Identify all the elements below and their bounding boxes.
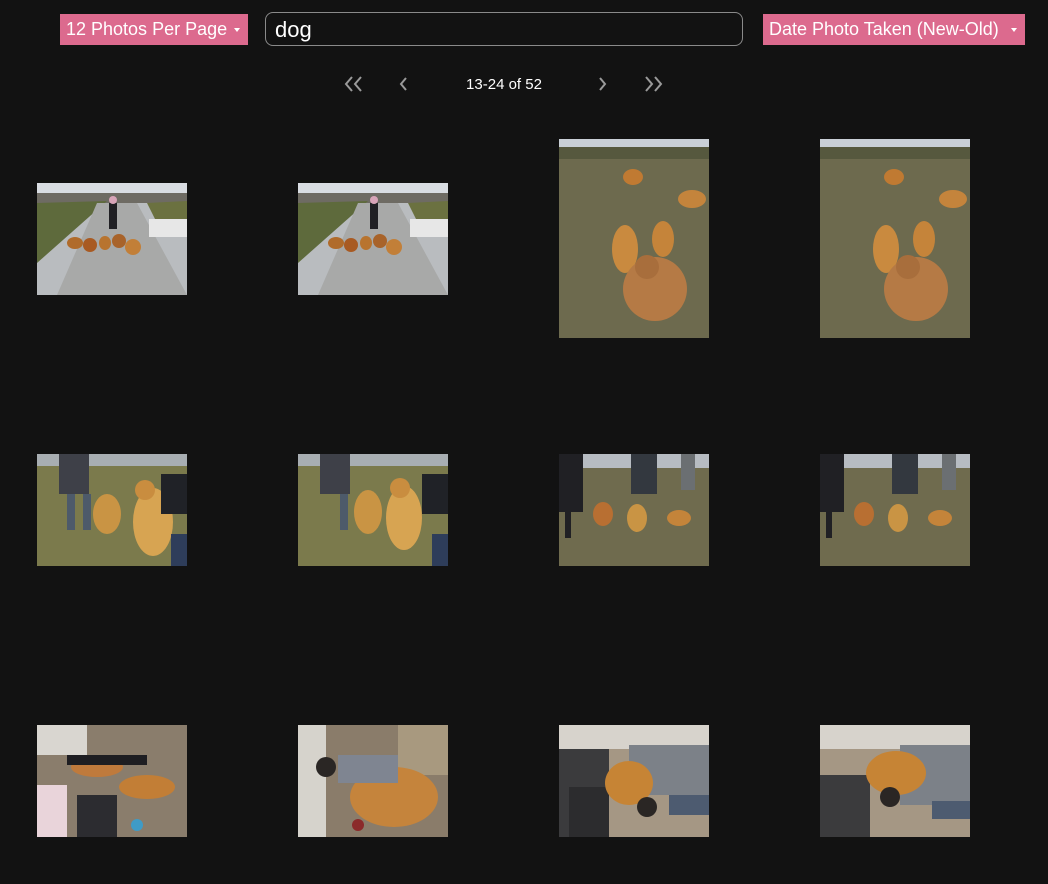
photo-thumbnail[interactable]	[820, 725, 970, 837]
photo-image	[37, 454, 187, 566]
photo-image	[298, 183, 448, 295]
photo-thumbnail[interactable]	[37, 183, 187, 295]
photo-image	[298, 725, 448, 837]
search-input[interactable]	[275, 17, 715, 43]
caret-down-icon	[234, 28, 240, 32]
search-box[interactable]	[265, 12, 743, 46]
chevron-right-icon	[599, 77, 607, 91]
photo-image	[559, 139, 709, 338]
photo-thumbnail[interactable]	[298, 183, 448, 295]
photo-thumbnail[interactable]	[559, 139, 709, 338]
photo-image	[37, 725, 187, 837]
photo-thumbnail[interactable]	[37, 725, 187, 837]
last-page-button[interactable]	[642, 74, 664, 94]
sort-order-label: Date Photo Taken (New-Old)	[769, 19, 999, 39]
photo-image	[559, 454, 709, 566]
photo-image	[820, 454, 970, 566]
chevron-left-icon	[399, 77, 407, 91]
next-page-button[interactable]	[597, 74, 609, 94]
photos-per-page-label: 12 Photos Per Page	[66, 19, 228, 39]
photos-per-page-dropdown[interactable]: 12 Photos Per Page	[60, 14, 248, 45]
photo-thumbnail[interactable]	[298, 725, 448, 837]
photo-thumbnail[interactable]	[820, 139, 970, 338]
photo-thumbnail[interactable]	[559, 725, 709, 837]
caret-down-icon	[1011, 28, 1017, 32]
chevron-double-left-icon	[344, 76, 362, 92]
photo-image	[298, 454, 448, 566]
photo-image	[820, 725, 970, 837]
photo-image	[37, 183, 187, 295]
photo-image	[820, 139, 970, 338]
sort-order-dropdown[interactable]: Date Photo Taken (New-Old)	[763, 14, 1025, 45]
photo-thumbnail[interactable]	[298, 454, 448, 566]
photo-thumbnail[interactable]	[559, 454, 709, 566]
previous-page-button[interactable]	[397, 74, 409, 94]
photo-thumbnail[interactable]	[37, 454, 187, 566]
chevron-double-right-icon	[645, 76, 663, 92]
first-page-button[interactable]	[343, 74, 365, 94]
photo-image	[559, 725, 709, 837]
photo-thumbnail[interactable]	[820, 454, 970, 566]
page-range-indicator: 13-24 of 52	[466, 76, 542, 93]
photo-gallery: 12 Photos Per Page Date Photo Taken (New…	[0, 0, 1048, 884]
